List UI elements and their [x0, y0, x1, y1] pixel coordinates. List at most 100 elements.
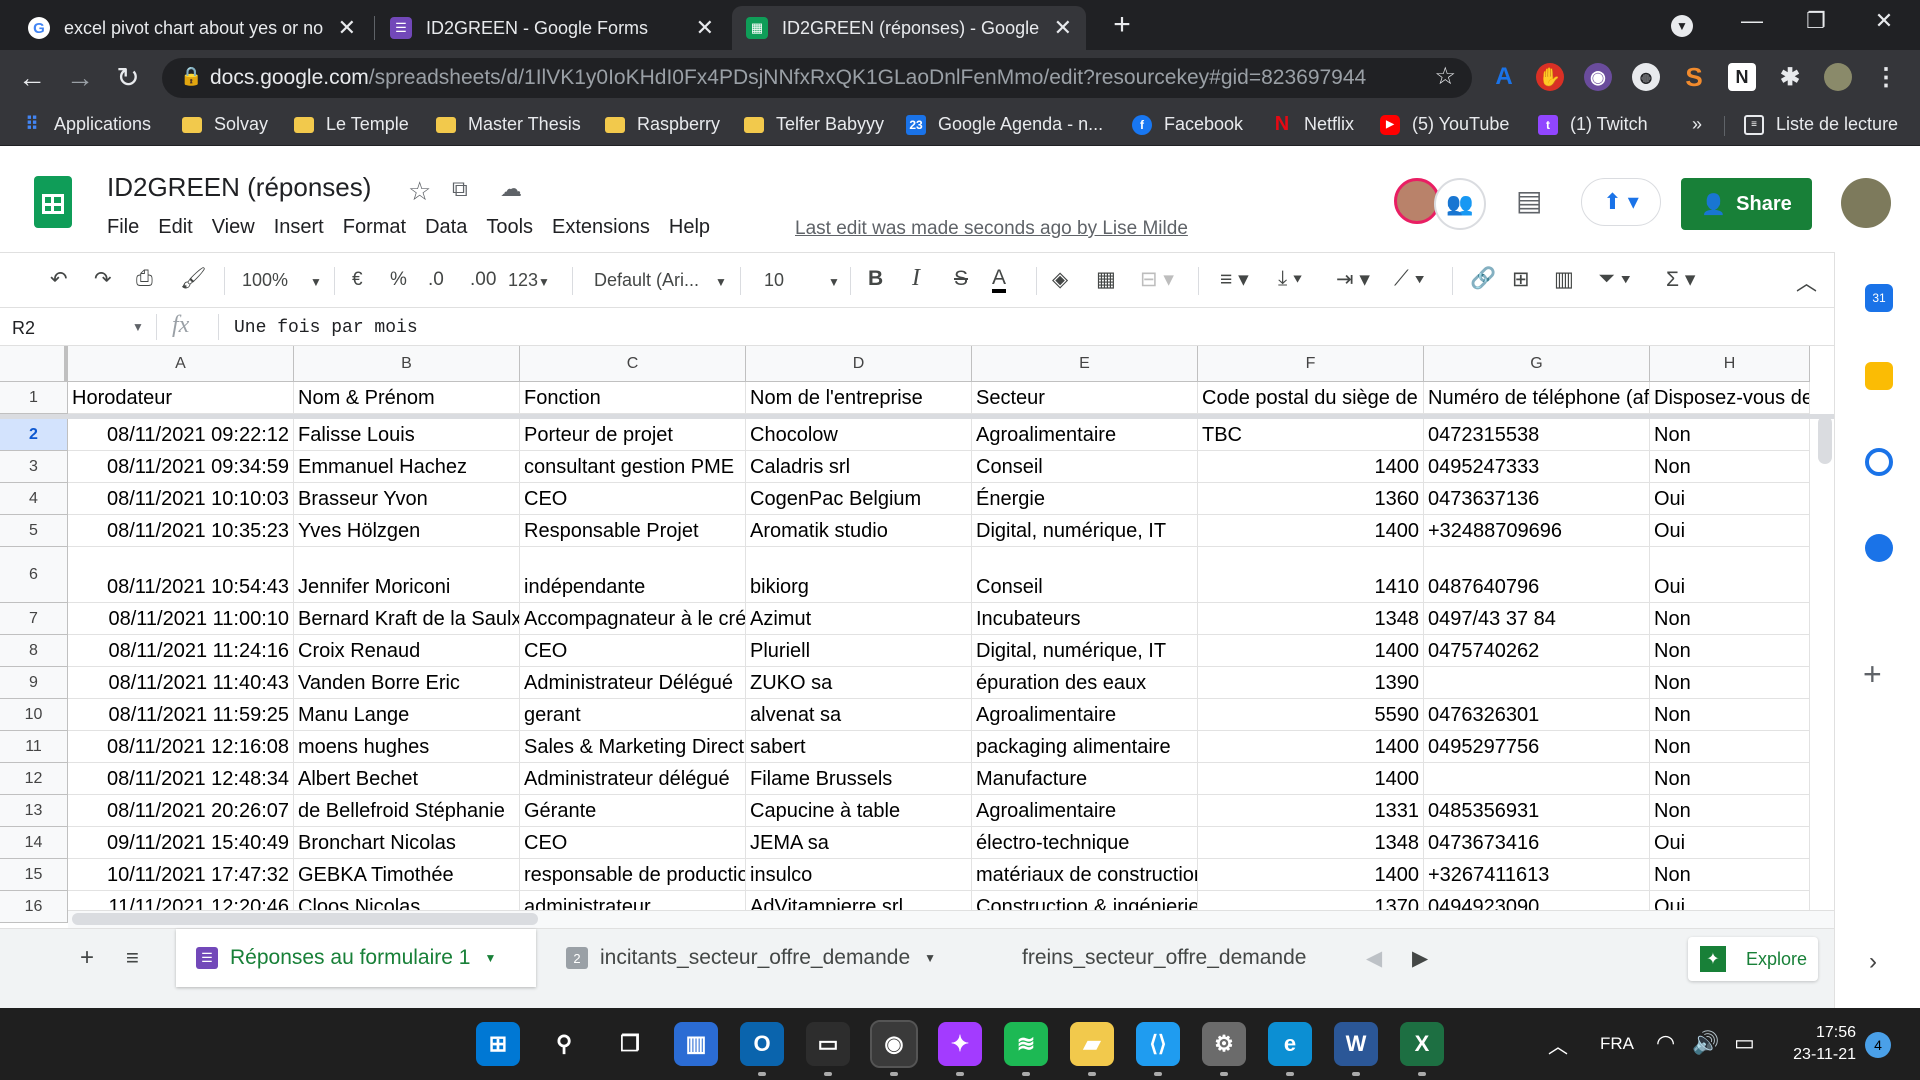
- print-icon[interactable]: ⎙: [136, 267, 153, 291]
- table-cell[interactable]: 1360: [1198, 483, 1424, 515]
- table-cell[interactable]: 0487640796: [1424, 547, 1650, 603]
- table-cell[interactable]: CogenPac Belgium: [746, 483, 972, 515]
- column-header-h[interactable]: H: [1650, 346, 1810, 382]
- row-header-12[interactable]: 12: [0, 763, 68, 795]
- row-header-15[interactable]: 15: [0, 859, 68, 891]
- table-cell[interactable]: Falisse Louis: [294, 419, 520, 451]
- table-cell[interactable]: Non: [1650, 859, 1810, 891]
- table-cell[interactable]: 08/11/2021 11:24:16: [68, 635, 294, 667]
- extension-s-icon[interactable]: S: [1680, 62, 1708, 92]
- borders-icon[interactable]: ▦: [1096, 267, 1116, 292]
- move-folder-icon[interactable]: ⧉: [452, 176, 468, 202]
- menu-tools[interactable]: Tools: [486, 216, 533, 239]
- new-tab-button[interactable]: +: [1102, 8, 1142, 42]
- table-cell[interactable]: Non: [1650, 419, 1810, 451]
- close-tab-icon[interactable]: ✕: [1054, 15, 1072, 41]
- messenger-icon[interactable]: ✦: [938, 1022, 982, 1076]
- clock[interactable]: 17:56 23-11-21: [1792, 1022, 1856, 1066]
- column-header-a[interactable]: A: [68, 346, 294, 382]
- column-header-f[interactable]: F: [1198, 346, 1424, 382]
- table-cell[interactable]: CEO: [520, 483, 746, 515]
- table-cell[interactable]: 0475740262: [1424, 635, 1650, 667]
- strikethrough-button[interactable]: S: [954, 267, 968, 291]
- explore-button[interactable]: ✦ Explore: [1688, 937, 1818, 981]
- table-cell[interactable]: 08/11/2021 20:26:07: [68, 795, 294, 827]
- table-cell[interactable]: alvenat sa: [746, 699, 972, 731]
- table-cell[interactable]: Emmanuel Hachez: [294, 451, 520, 483]
- restore-icon[interactable]: ❐: [1796, 8, 1836, 34]
- row-header-5[interactable]: 5: [0, 515, 68, 547]
- font-size-select[interactable]: 10 ▼: [764, 270, 840, 291]
- table-cell[interactable]: Bronchart Nicolas: [294, 827, 520, 859]
- table-cell[interactable]: 08/11/2021 11:59:25: [68, 699, 294, 731]
- currency-format-button[interactable]: €: [352, 269, 363, 291]
- table-cell[interactable]: Incubateurs: [972, 603, 1198, 635]
- table-cell[interactable]: Aromatik studio: [746, 515, 972, 547]
- table-cell[interactable]: Jennifer Moriconi: [294, 547, 520, 603]
- undo-icon[interactable]: ↶: [50, 267, 68, 292]
- more-formats-button[interactable]: 123▼: [508, 270, 550, 291]
- table-cell[interactable]: Non: [1650, 731, 1810, 763]
- star-icon[interactable]: ☆: [408, 176, 431, 207]
- row-header-2[interactable]: 2: [0, 419, 68, 451]
- edge-icon[interactable]: e: [1268, 1022, 1312, 1076]
- table-cell[interactable]: Agroalimentaire: [972, 699, 1198, 731]
- notion-extension-icon[interactable]: N: [1728, 63, 1756, 91]
- close-tab-icon[interactable]: ✕: [338, 15, 356, 41]
- table-cell[interactable]: TBC: [1198, 419, 1424, 451]
- account-avatar[interactable]: [1841, 178, 1891, 228]
- outlook-icon[interactable]: O: [740, 1022, 784, 1076]
- table-cell[interactable]: 08/11/2021 09:22:12: [68, 419, 294, 451]
- sheets-logo-icon[interactable]: [34, 176, 72, 228]
- table-cell[interactable]: +32488709696: [1424, 515, 1650, 547]
- column-header-g[interactable]: G: [1424, 346, 1650, 382]
- table-cell[interactable]: Non: [1650, 451, 1810, 483]
- bookmark-folder-solvay[interactable]: Solvay: [182, 114, 268, 135]
- text-color-button[interactable]: A: [992, 267, 1007, 293]
- minimize-icon[interactable]: —: [1732, 8, 1772, 34]
- paint-format-icon[interactable]: 🖌: [180, 267, 207, 291]
- table-cell[interactable]: 1400: [1198, 635, 1424, 667]
- color-extension-icon[interactable]: ◉: [1584, 63, 1612, 91]
- table-cell[interactable]: 10/11/2021 17:47:32: [68, 859, 294, 891]
- menu-help[interactable]: Help: [669, 216, 710, 239]
- table-cell[interactable]: 0476326301: [1424, 699, 1650, 731]
- table-cell[interactable]: Administrateur délégué: [520, 763, 746, 795]
- row-header-16[interactable]: 16: [0, 891, 68, 923]
- table-cell[interactable]: 08/11/2021 09:34:59: [68, 451, 294, 483]
- text-wrapping-icon[interactable]: ⇥ ▾: [1336, 267, 1370, 292]
- table-cell[interactable]: Capucine à table: [746, 795, 972, 827]
- frozen-row-divider[interactable]: [0, 414, 1834, 419]
- table-cell[interactable]: sabert: [746, 731, 972, 763]
- table-cell[interactable]: 1348: [1198, 827, 1424, 859]
- notification-badge[interactable]: 4: [1865, 1032, 1891, 1058]
- table-cell[interactable]: gerant: [520, 699, 746, 731]
- insert-link-icon[interactable]: 🔗: [1470, 267, 1496, 291]
- table-cell[interactable]: 0497/43 37 84: [1424, 603, 1650, 635]
- table-cell[interactable]: 08/11/2021 11:00:10: [68, 603, 294, 635]
- table-cell[interactable]: 0472315538: [1424, 419, 1650, 451]
- show-side-panel-icon[interactable]: ›: [1869, 948, 1877, 976]
- table-cell[interactable]: Yves Hölzgen: [294, 515, 520, 547]
- table-cell[interactable]: 1390: [1198, 667, 1424, 699]
- table-cell[interactable]: Sales & Marketing Directo: [520, 731, 746, 763]
- bookmark-folder-telfer[interactable]: Telfer Babyyy: [744, 114, 884, 135]
- chrome-menu-icon[interactable]: ⋮: [1872, 63, 1900, 91]
- close-window-icon[interactable]: ✕: [1864, 8, 1904, 34]
- scroll-tabs-right-icon[interactable]: ▶: [1392, 929, 1448, 987]
- table-cell[interactable]: Conseil: [972, 451, 1198, 483]
- table-cell[interactable]: Non: [1650, 699, 1810, 731]
- table-cell[interactable]: 1410: [1198, 547, 1424, 603]
- row-header-1[interactable]: 1: [0, 382, 68, 414]
- more-bookmarks-button[interactable]: »: [1692, 114, 1702, 135]
- comments-icon[interactable]: ▤: [1516, 184, 1542, 217]
- bookmark-applications[interactable]: ⠿ Applications: [22, 114, 151, 135]
- extensions-puzzle-icon[interactable]: ✱: [1776, 63, 1804, 91]
- table-cell[interactable]: Oui: [1650, 483, 1810, 515]
- column-header-c[interactable]: C: [520, 346, 746, 382]
- table-cell[interactable]: Brasseur Yvon: [294, 483, 520, 515]
- table-cell[interactable]: Chocolow: [746, 419, 972, 451]
- table-cell[interactable]: responsable de productio: [520, 859, 746, 891]
- vscode-icon[interactable]: ⟨⟩: [1136, 1022, 1180, 1076]
- font-family-select[interactable]: Default (Ari... ▼: [594, 270, 727, 291]
